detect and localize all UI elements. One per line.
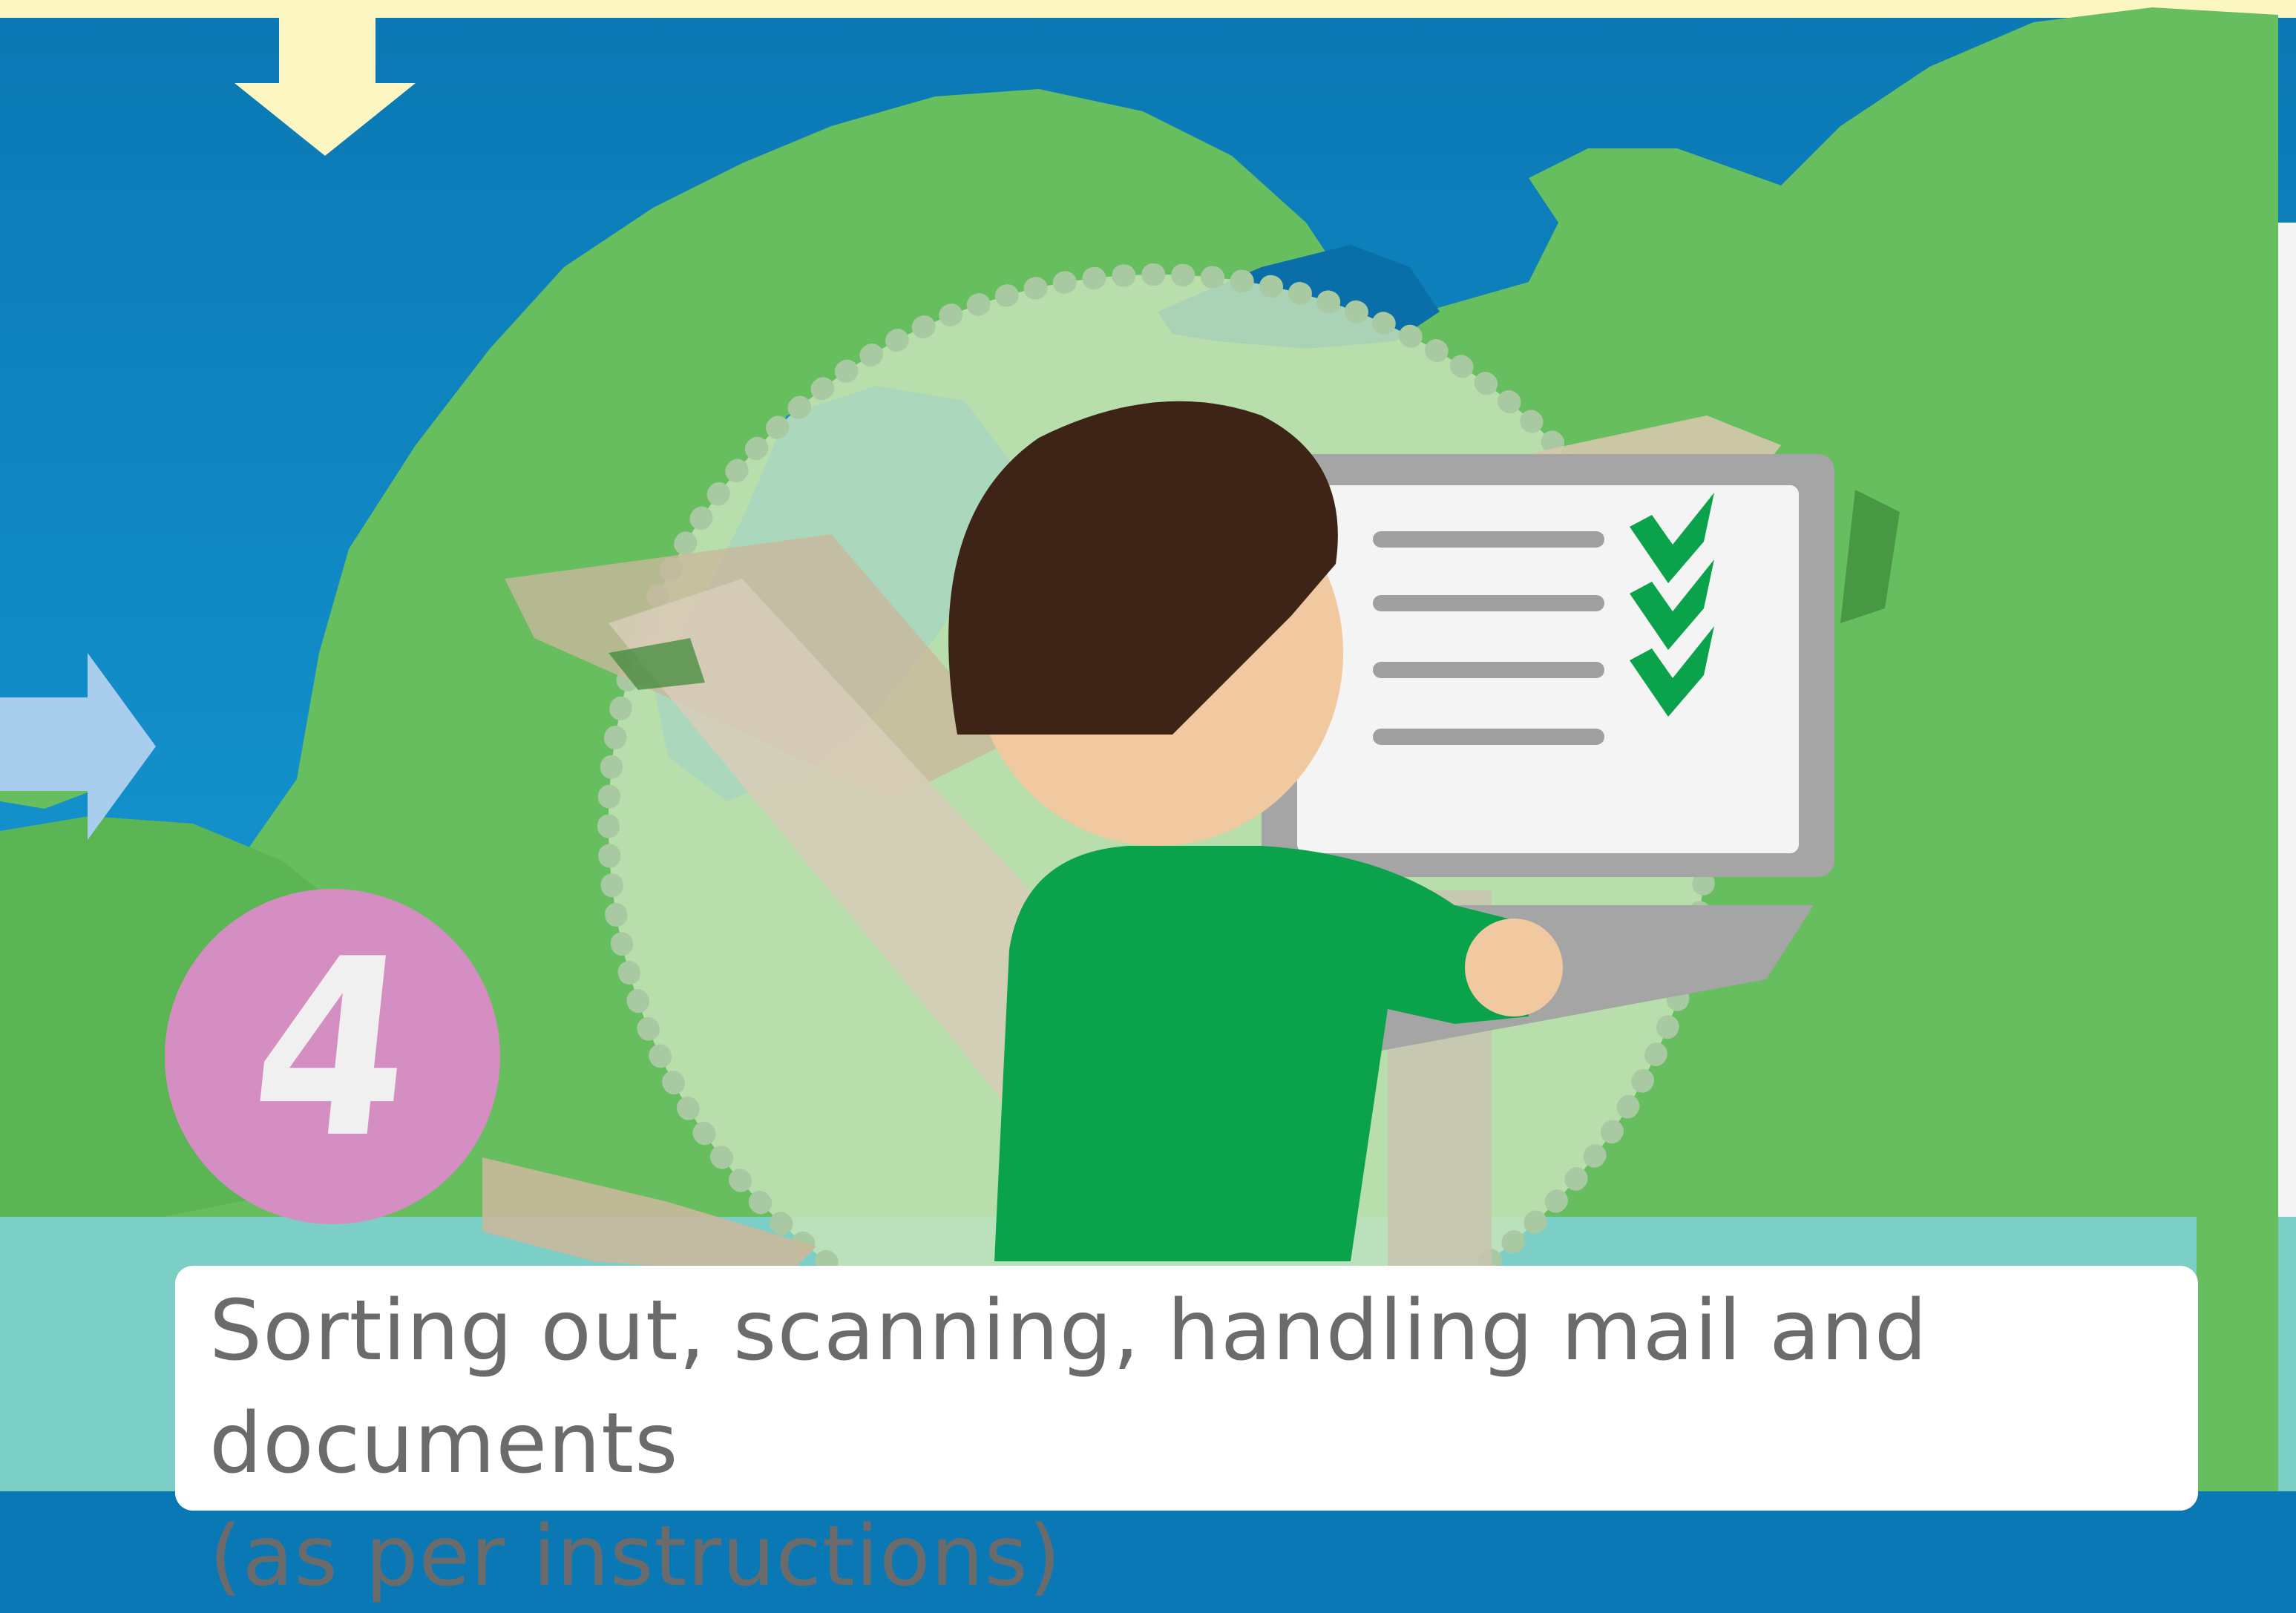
- caption-box: Sorting out, scanning, handling mail and…: [175, 1266, 2198, 1605]
- step-number: 4: [240, 907, 424, 1192]
- step-number-badge: 4: [165, 889, 500, 1224]
- caption-line-2: (as per instructions): [209, 1508, 1062, 1605]
- checklist-line: [1373, 729, 1604, 745]
- caption-line-1: Sorting out, scanning, handling mail and…: [209, 1283, 1928, 1492]
- checklist-line: [1373, 662, 1604, 678]
- infographic-panel: 4 Sorting out, scanning, handling mail a…: [0, 0, 2296, 1605]
- person-hand: [1465, 919, 1563, 1016]
- checklist-line: [1373, 595, 1604, 611]
- checklist-line: [1373, 531, 1604, 548]
- bottom-right-green: [2197, 1113, 2278, 1491]
- caption-text: Sorting out, scanning, handling mail and…: [209, 1275, 2183, 1613]
